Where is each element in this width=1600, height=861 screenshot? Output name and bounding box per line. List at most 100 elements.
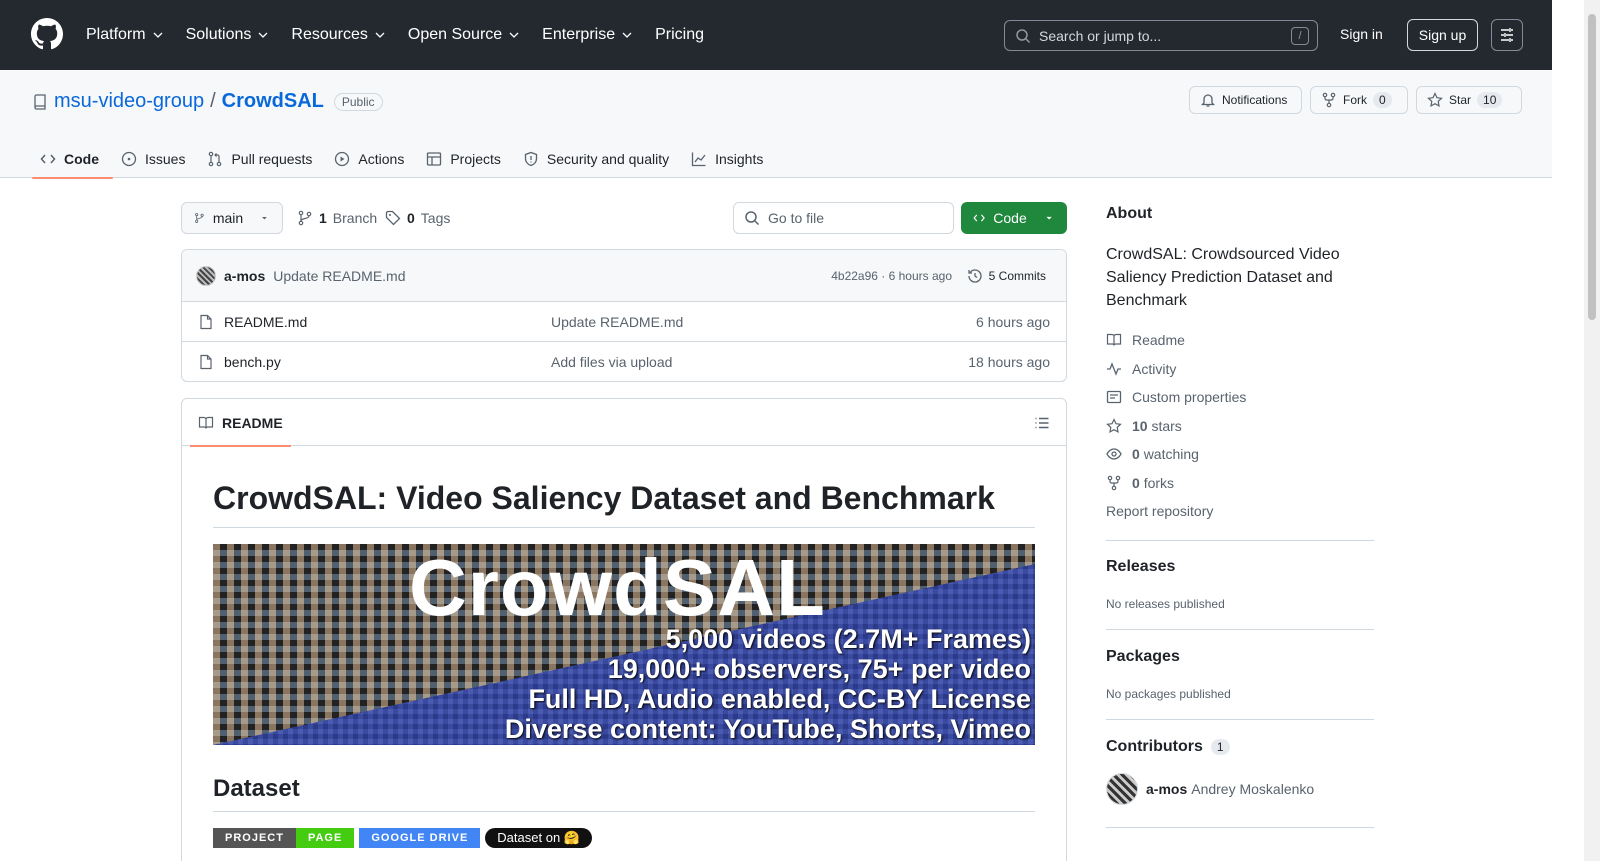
contributors-heading[interactable]: Contributors xyxy=(1106,738,1203,756)
chevron-down-icon xyxy=(509,32,519,38)
code-icon xyxy=(40,154,56,164)
repo-owner-link[interactable]: msu-video-group xyxy=(54,90,204,113)
search-placeholder: Search or jump to... xyxy=(1039,27,1162,44)
star-button[interactable]: Star 10 xyxy=(1416,86,1522,114)
readme-body: CrowdSAL: Video Saliency Dataset and Ben… xyxy=(182,480,1066,848)
signup-button[interactable]: Sign up xyxy=(1407,19,1478,51)
file-row[interactable]: README.md Update README.md 6 hours ago xyxy=(182,302,1066,342)
fork-count: 0 xyxy=(1373,92,1392,108)
commits-history-link[interactable]: 5 Commits xyxy=(967,268,1046,284)
project-page-badge[interactable]: PROJECT PAGE xyxy=(213,828,355,848)
tab-actions[interactable]: Actions xyxy=(326,140,418,178)
outline-button[interactable] xyxy=(1034,415,1050,431)
star-label: Star xyxy=(1449,93,1472,107)
history-icon xyxy=(968,268,982,283)
packages-heading[interactable]: Packages xyxy=(1106,648,1374,666)
nav-label: Platform xyxy=(86,26,146,43)
github-logo-icon[interactable] xyxy=(31,18,63,50)
readme-banner-image[interactable]: CrowdSAL 5,000 videos (2.7M+ Frames) 19,… xyxy=(213,544,1035,745)
chevron-down-icon xyxy=(622,32,632,38)
commit-message-link[interactable]: Update README.md xyxy=(273,268,405,284)
pulse-icon xyxy=(1107,361,1121,376)
badge-row: PROJECT PAGE GOOGLE DRIVE Dataset on 🤗 xyxy=(213,828,1035,848)
forks-link[interactable]: 0 forks xyxy=(1106,469,1374,498)
eye-icon xyxy=(1106,448,1122,460)
commit-author-link[interactable]: a-mos xyxy=(224,268,265,284)
search-icon xyxy=(745,211,760,226)
repo-name-link[interactable]: CrowdSAL xyxy=(222,90,324,113)
nav-enterprise[interactable]: Enterprise xyxy=(542,26,633,44)
nav-open-source[interactable]: Open Source xyxy=(408,26,520,44)
avatar[interactable] xyxy=(196,265,216,286)
divider xyxy=(1106,628,1374,630)
file-commit-message[interactable]: Add files via upload xyxy=(551,354,672,370)
caret-down-icon xyxy=(262,216,267,220)
fork-button[interactable]: Fork 0 xyxy=(1310,86,1408,114)
nav-pricing[interactable]: Pricing xyxy=(655,26,704,44)
tab-pull-requests[interactable]: Pull requests xyxy=(199,140,326,178)
readme-link[interactable]: Readme xyxy=(1106,326,1374,355)
readme-tab-label: README xyxy=(222,414,283,431)
branch-select-button[interactable]: main xyxy=(181,202,283,234)
tab-issues[interactable]: Issues xyxy=(113,140,199,178)
issue-icon xyxy=(121,151,137,167)
banner-line: 5,000 videos (2.7M+ Frames) xyxy=(665,624,1031,654)
note-icon xyxy=(1106,391,1122,404)
about-description: CrowdSAL: Crowdsourced Video Saliency Pr… xyxy=(1106,246,1340,309)
tab-code[interactable]: Code xyxy=(32,140,113,179)
file-commit-message[interactable]: Update README.md xyxy=(551,314,683,330)
avatar[interactable] xyxy=(1106,772,1138,805)
bell-icon xyxy=(1200,94,1216,107)
huggingface-badge[interactable]: Dataset on 🤗 xyxy=(485,828,592,848)
custom-properties-link[interactable]: Custom properties xyxy=(1106,383,1374,412)
divider xyxy=(1106,539,1374,541)
stars-count: 10 xyxy=(1132,417,1148,434)
google-drive-badge[interactable]: GOOGLE DRIVE xyxy=(359,828,481,848)
tab-security[interactable]: Security and quality xyxy=(515,140,683,178)
tab-label: Projects xyxy=(450,151,501,167)
stars-link[interactable]: 10 stars xyxy=(1106,412,1374,441)
code-dropdown-button[interactable]: Code xyxy=(961,202,1067,234)
branch-icon xyxy=(195,213,204,223)
commit-hash-time[interactable]: 4b22a96 · 6 hours ago xyxy=(831,269,952,283)
contributor-item[interactable]: a-mos Andrey Moskalenko xyxy=(1106,772,1374,805)
repo-separator: / xyxy=(210,90,216,112)
file-row[interactable]: bench.py Add files via upload 18 hours a… xyxy=(182,342,1066,381)
nav-platform[interactable]: Platform xyxy=(86,26,164,44)
tab-projects[interactable]: Projects xyxy=(418,140,515,178)
chevron-down-icon xyxy=(375,32,385,38)
releases-heading[interactable]: Releases xyxy=(1106,558,1374,576)
contributor-login[interactable]: a-mos xyxy=(1146,781,1187,797)
go-to-file-placeholder: Go to file xyxy=(768,210,825,226)
file-name-link[interactable]: bench.py xyxy=(224,354,281,370)
scrollbar-thumb[interactable] xyxy=(1588,14,1596,320)
nav-resources[interactable]: Resources xyxy=(291,26,385,44)
page-scrollbar[interactable] xyxy=(1584,0,1600,861)
tags-link[interactable]: 0 Tags xyxy=(385,210,450,226)
tab-label: Code xyxy=(64,151,99,167)
report-repository-link[interactable]: Report repository xyxy=(1106,497,1374,526)
custom-properties-label: Custom properties xyxy=(1132,389,1247,406)
main-nav: Platform Solutions Resources Open Source… xyxy=(86,0,704,70)
nav-label: Solutions xyxy=(185,26,252,43)
report-label: Report repository xyxy=(1106,503,1214,520)
go-to-file-input[interactable]: Go to file xyxy=(733,202,954,234)
activity-link[interactable]: Activity xyxy=(1106,355,1374,384)
graph-icon xyxy=(691,152,706,167)
code-icon xyxy=(973,214,985,222)
header-menu-button[interactable] xyxy=(1491,19,1523,51)
branches-link[interactable]: 1 Branch xyxy=(297,210,377,226)
search-input[interactable]: Search or jump to... / xyxy=(1004,20,1318,51)
file-name-link[interactable]: README.md xyxy=(224,314,307,330)
notifications-button[interactable]: Notifications xyxy=(1189,86,1302,114)
tab-insights[interactable]: Insights xyxy=(683,140,777,178)
signin-link[interactable]: Sign in xyxy=(1340,26,1383,42)
caret-down-icon xyxy=(1046,216,1052,220)
repo-header: msu-video-group / CrowdSAL Public Notifi… xyxy=(0,70,1552,179)
readme-tab[interactable]: README xyxy=(190,399,291,447)
nav-solutions[interactable]: Solutions xyxy=(186,26,270,44)
watching-link[interactable]: 0 watching xyxy=(1106,440,1374,469)
file-icon xyxy=(200,314,212,329)
badge-right: PAGE xyxy=(295,828,355,848)
readme-link-label: Readme xyxy=(1132,332,1185,349)
